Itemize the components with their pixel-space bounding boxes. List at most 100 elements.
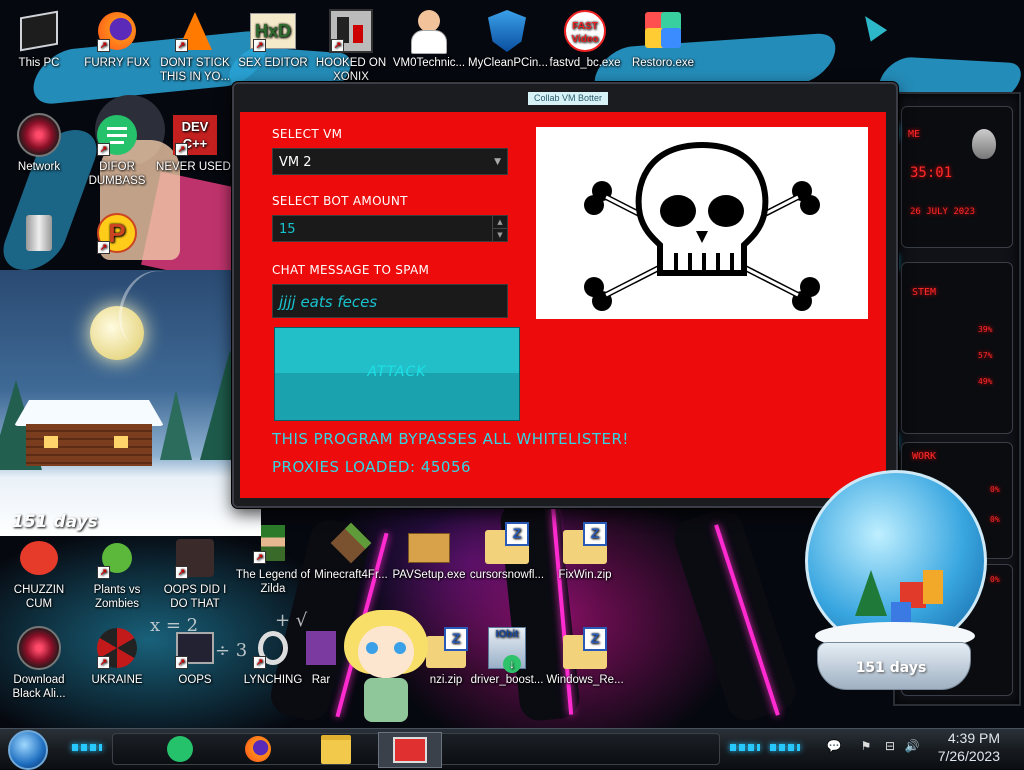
taskbar-firefox-button[interactable] [236,732,280,766]
skull-icon [584,141,820,311]
network-orb-icon [15,625,63,671]
desktop-icon-download-black[interactable]: Download Black Ali... [0,625,78,701]
icon-label: Windows_Re... [546,674,624,686]
shield-icon [483,8,531,54]
download-arrow-icon: ↓ [503,655,521,673]
app-window-icon [393,737,427,763]
chat-app-icon: ↗ [93,112,141,158]
desktop-icon-driver-booster[interactable]: IObit ↓ driver_boost... [468,625,546,687]
icon-label: Download Black Ali... [12,674,66,700]
taskbar-file-explorer-button[interactable] [314,732,358,766]
icon-label: OOPS [178,674,212,686]
cartoon-character-sticker [336,600,436,728]
album-cover-icon: ↗ [171,535,219,581]
desktop-icon-this-pc[interactable]: This PC [0,8,78,70]
desktop-icon-pavsetup[interactable]: PAVSetup.exe [390,520,468,582]
chat-app-icon [167,736,193,762]
gadget-time-label: 35:01 [910,165,953,181]
gadget-date-label: 26 JULY 2023 [910,207,976,217]
icon-label: NEVER USED! [156,161,234,173]
icon-label: The Legend of Zilda [235,569,311,595]
icon-label: MyCleanPCin... [468,57,548,69]
gadget-disk-value: 49% [978,377,993,386]
desktop-icon-restoro[interactable]: Restoro.exe [624,8,702,70]
icon-label: Minecraft4Fr... [314,569,388,581]
desktop-icon-oops[interactable]: ↗ OOPS [156,625,234,687]
desktop-icon-recycle[interactable] [0,210,78,258]
desktop-icon-chuzzin-cum[interactable]: CHUZZIN CUM [0,535,78,611]
clock-date: 7/26/2023 [937,748,1000,764]
desktop-icon-ukraine[interactable]: ↗ UKRAINE [78,625,156,687]
taskbar-clock[interactable]: 4:39 PM 7/26/2023 [938,729,1000,765]
bot-amount-label: SELECT BOT AMOUNT [272,194,408,208]
attack-button-label: ATTACK [367,364,427,380]
radiation-icon: ↗ [93,625,141,671]
chat-message-input[interactable]: jjjj eats feces [272,284,508,318]
desktop-icon-dont-stick[interactable]: ↗ DONT STICK THIS IN YO... [156,8,234,84]
gadget-system-label: STEM [912,287,937,298]
bot-amount-stepper[interactable]: 15 ▲ ▼ [272,215,508,242]
zip-folder-icon: Z [561,625,609,671]
icon-label: cursorsnowfl... [469,569,545,581]
desktop-icon-vm0technic[interactable]: VM0Technic... [390,8,468,70]
chat-tray-icon[interactable]: 💬 [826,738,842,754]
icon-label: VM0Technic... [392,57,466,69]
firefox-icon: ↗ [93,8,141,54]
chuzzle-icon [15,535,63,581]
network-orb-icon [15,112,63,158]
icon-label: CHUZZIN CUM [13,584,65,610]
flag-tray-icon[interactable]: ⚑ [858,738,874,754]
desktop-icon-mycleanpc[interactable]: MyCleanPCin... [468,8,548,70]
desktop-icon-oops-did-i[interactable]: ↗ OOPS DID I DO THAT [156,535,234,611]
pine-tree-icon [160,390,192,460]
network-tray-icon[interactable]: ⊟ [882,738,898,754]
window-title: Collab VM Botter [528,92,608,105]
desktop-icon-fastvd[interactable]: FAST Video fastvd_bc.exe [546,8,624,70]
gadget-network-label: WORK [912,451,937,462]
icon-label: This PC [18,57,60,69]
start-button[interactable] [8,730,48,770]
p-badge-icon: P ↗ [93,210,141,256]
desktop-icon-fixwin[interactable]: Z FixWin.zip [546,520,624,582]
icon-label: DONT STICK THIS IN YO... [159,57,231,83]
desktop-icon-cursorsnow[interactable]: Z cursorsnowfl... [468,520,546,582]
attack-button[interactable]: ATTACK [274,327,520,421]
desktop-icon-never-used[interactable]: DEV C++ ↗ NEVER USED! [156,112,234,174]
desktop-icon-furry-fux[interactable]: ↗ FURRY FUX [78,8,156,70]
desktop-icon-sex-editor[interactable]: HxD ↗ SEX EDITOR [234,8,312,70]
desktop-icon-plants-vs-zombies[interactable]: ↗ Plants vs Zombies [78,535,156,611]
icon-label: FURRY FUX [84,57,150,69]
collab-vm-botter-window: Collab VM Botter SELECT VM VM 2 ▼ SELECT… [232,82,898,508]
clock-time: 4:39 PM [947,730,1000,746]
restoro-icon [639,8,687,54]
taskbar-chat-app-button[interactable] [158,732,202,766]
desktop-icon-hooked-on-xonix[interactable]: ↗ HOOKED ON XONIX [312,8,390,84]
desktop-icon-minecraft[interactable]: Minecraft4Fr... [312,520,390,582]
desktop-icon-difor-dumbass[interactable]: ↗ DIFOR DUMBASS [78,112,156,188]
zip-folder-icon: Z [561,520,609,566]
bypass-notice: THIS PROGRAM BYPASSES ALL WHITELISTER! [272,430,629,448]
taskbar-active-app-button[interactable] [378,732,442,768]
xonix-game-icon: ↗ [327,8,375,54]
desktop-icon-windows-re[interactable]: Z Windows_Re... [546,625,624,687]
icon-label: driver_boost... [470,674,544,686]
christmas-tree-icon [855,570,887,616]
stepper-up-icon[interactable]: ▲ [493,216,507,229]
pixel-hero-icon: ↗ [249,520,297,566]
folder-icon [321,734,351,764]
desktop-icon-network[interactable]: Network [0,112,78,174]
doctor-icon [405,8,453,54]
volume-tray-icon[interactable]: 🔊 [904,738,920,754]
globe-days-label: 151 days [855,660,927,676]
icon-label: FixWin.zip [558,569,612,581]
desktop-icon-legend-of-zilda[interactable]: ↗ The Legend of Zilda [234,520,312,596]
select-vm-label: SELECT VM [272,127,343,141]
stepper-buttons[interactable]: ▲ ▼ [492,216,507,241]
stepper-down-icon[interactable]: ▼ [493,229,507,241]
select-vm-dropdown[interactable]: VM 2 ▼ [272,148,508,175]
plant-icon: ↗ [93,535,141,581]
icon-label: PAVSetup.exe [392,569,466,581]
proxies-loaded-status: PROXIES LOADED: 45056 [272,458,472,476]
desktop-icon-p-app[interactable]: P ↗ [78,210,156,258]
icon-label: OOPS DID I DO THAT [163,584,227,610]
